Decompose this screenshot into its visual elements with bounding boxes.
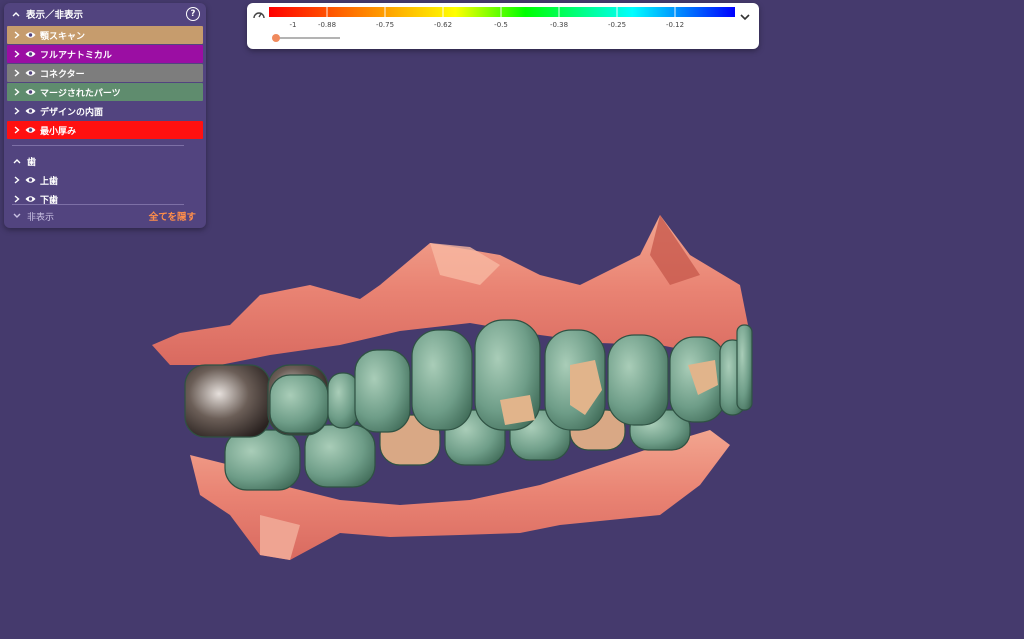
- colorbar-tick-label: -0.12: [665, 21, 685, 29]
- chevron-right-icon[interactable]: [12, 126, 22, 134]
- colorbar-tick-label: -0.88: [317, 21, 337, 29]
- eye-icon[interactable]: [25, 194, 37, 204]
- visibility-panel: 表示／非表示 ? 顎スキャンフルアナトミカル コネクターマージされたパーツ デザイン…: [4, 3, 206, 228]
- chevron-up-icon[interactable]: [12, 158, 22, 164]
- layer-item[interactable]: コネクター: [7, 64, 203, 82]
- eye-icon[interactable]: [25, 106, 37, 116]
- colorbar-tick-label: -0.38: [549, 21, 569, 29]
- chevron-right-icon[interactable]: [12, 107, 22, 115]
- panel-title: 表示／非表示: [26, 10, 84, 21]
- eye-icon[interactable]: [25, 87, 37, 97]
- layer-item-label: マージされたパーツ: [40, 88, 121, 99]
- chevron-right-icon[interactable]: [12, 69, 22, 77]
- layer-item[interactable]: 最小厚み: [7, 121, 203, 139]
- layer-item-label: 上歯: [40, 176, 59, 187]
- dental-3d-viewport[interactable]: [140, 215, 760, 575]
- layer-item-label: フルアナトミカル: [40, 50, 112, 61]
- gauge-icon: [253, 12, 265, 19]
- eye-icon[interactable]: [25, 30, 37, 40]
- chevron-right-icon[interactable]: [12, 88, 22, 96]
- eye-icon[interactable]: [25, 175, 37, 185]
- colorbar-tick-label: -0.25: [607, 21, 627, 29]
- chevron-right-icon[interactable]: [12, 50, 22, 58]
- slider-handle[interactable]: [272, 34, 280, 42]
- chevron-right-icon[interactable]: [12, 31, 22, 39]
- chevron-right-icon[interactable]: [12, 176, 22, 184]
- layer-item-label: 顎スキャン: [40, 31, 86, 42]
- chevron-up-icon[interactable]: [11, 11, 21, 17]
- chevron-right-icon[interactable]: [12, 195, 22, 203]
- divider: [12, 204, 184, 205]
- layer-item[interactable]: デザインの内面: [7, 102, 203, 120]
- chevron-down-icon[interactable]: [740, 14, 750, 21]
- metal-crown: [184, 364, 271, 438]
- panel-header[interactable]: 表示／非表示 ?: [4, 3, 206, 25]
- teeth-group-header[interactable]: 歯: [7, 152, 203, 170]
- eye-icon[interactable]: [25, 49, 37, 59]
- layer-item[interactable]: 顎スキャン: [7, 26, 203, 44]
- colorbar-tick-label: -0.75: [375, 21, 395, 29]
- eye-icon[interactable]: [25, 68, 37, 78]
- layer-item-label: 最小厚み: [40, 126, 77, 137]
- layer-item[interactable]: フルアナトミカル: [7, 45, 203, 63]
- colorbar-tick-label: -0.62: [433, 21, 453, 29]
- eye-icon[interactable]: [25, 125, 37, 135]
- layer-list: 顎スキャンフルアナトミカル コネクターマージされたパーツ デザインの内面 最小厚み: [4, 26, 206, 139]
- layer-item[interactable]: マージされたパーツ: [7, 83, 203, 101]
- colorbar-tick-label: -1: [289, 21, 297, 29]
- color-gradient-bar: [269, 7, 735, 17]
- teeth-group-label: 歯: [27, 157, 37, 168]
- divider: [12, 145, 184, 146]
- layer-item-label: デザインの内面: [40, 107, 104, 118]
- hidden-section-label[interactable]: 非表示: [27, 210, 149, 223]
- layer-item[interactable]: 上歯: [7, 171, 203, 189]
- layer-item-label: コネクター: [40, 69, 85, 80]
- teeth-list: 上歯 下歯: [4, 171, 206, 208]
- chevron-down-icon[interactable]: [12, 213, 22, 219]
- colorbar-tick-label: -0.5: [494, 21, 508, 29]
- deviation-colorbar: -1 -0.88 -0.75 -0.62 -0.5 -0.38 -0.25 -0.12: [247, 3, 759, 49]
- help-icon[interactable]: ?: [186, 7, 200, 21]
